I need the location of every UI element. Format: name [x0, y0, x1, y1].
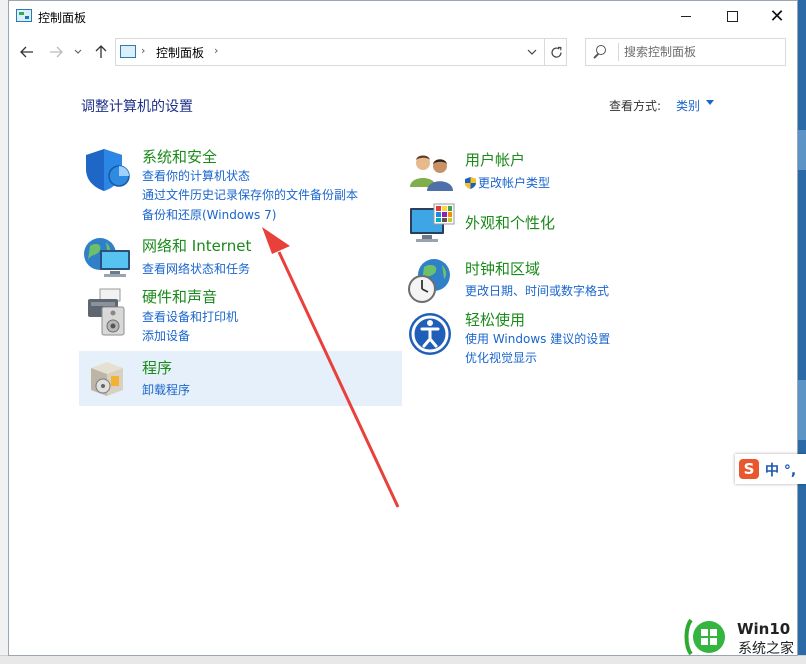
view-by-label: 查看方式:: [609, 99, 662, 113]
ime-indicator[interactable]: S 中 °,: [735, 454, 806, 484]
breadcrumb-separator[interactable]: ›: [214, 44, 218, 57]
link-windows-recommended-settings[interactable]: 使用 Windows 建议的设置: [465, 330, 610, 347]
address-dropdown-button[interactable]: [520, 42, 544, 62]
breadcrumb-separator[interactable]: ›: [141, 44, 145, 57]
link-devices-printers[interactable]: 查看设备和打印机: [142, 308, 238, 325]
arrow-right-icon: [50, 46, 63, 58]
category-user-accounts[interactable]: 用户帐户: [465, 149, 525, 170]
network-globe-icon[interactable]: [82, 234, 134, 282]
win10-watermark-logo: [684, 618, 725, 656]
minimize-button[interactable]: [663, 1, 709, 32]
control-panel-icon: [120, 45, 136, 58]
programs-box-icon[interactable]: [87, 358, 127, 400]
refresh-button[interactable]: [544, 39, 568, 65]
sogou-logo-icon: S: [739, 459, 759, 479]
link-file-history-backup[interactable]: 通过文件历史记录保存你的文件备份副本: [142, 186, 358, 203]
recent-locations-button[interactable]: [72, 41, 84, 63]
uac-shield-icon: [465, 177, 476, 189]
search-divider: [618, 43, 619, 61]
link-view-computer-status[interactable]: 查看你的计算机状态: [142, 167, 250, 184]
link-change-date-time-format[interactable]: 更改日期、时间或数字格式: [465, 282, 609, 299]
search-input[interactable]: [624, 42, 779, 62]
link-uninstall-program[interactable]: 卸载程序: [142, 381, 190, 398]
chevron-down-icon: [74, 49, 82, 54]
refresh-icon: [551, 46, 562, 58]
ime-mode-text: 中 °,: [765, 463, 797, 479]
category-appearance-personalization[interactable]: 外观和个性化: [465, 212, 555, 233]
control-panel-icon: [16, 9, 32, 22]
clock-globe-icon[interactable]: [406, 257, 456, 305]
forward-button[interactable]: [46, 41, 66, 63]
dropdown-arrow-icon[interactable]: [706, 100, 714, 105]
chevron-down-icon: [527, 49, 537, 55]
view-by-dropdown[interactable]: 类别: [676, 97, 700, 114]
address-bar[interactable]: › 控制面板 ›: [115, 38, 567, 66]
category-programs[interactable]: 程序: [142, 357, 172, 378]
monitor-palette-icon[interactable]: [408, 202, 456, 248]
category-clock-region[interactable]: 时钟和区域: [465, 258, 540, 279]
users-icon[interactable]: [408, 149, 456, 193]
page-title: 调整计算机的设置: [81, 99, 193, 115]
arrow-left-icon: [20, 46, 33, 58]
control-panel-window: 控制面板 ✕ › 控制面板 › 调整计算机的设置 查看方式: 类别: [8, 0, 798, 656]
maximize-icon: [726, 11, 738, 22]
up-button[interactable]: [91, 41, 111, 63]
maximize-button[interactable]: [709, 1, 755, 32]
search-icon: [596, 45, 606, 55]
link-change-account-type-label[interactable]: 更改帐户类型: [478, 176, 550, 190]
watermark-title: Win10: [737, 620, 791, 638]
ease-of-access-icon[interactable]: [408, 312, 454, 358]
category-hardware-sound[interactable]: 硬件和声音: [142, 286, 217, 307]
link-add-device[interactable]: 添加设备: [142, 327, 190, 344]
programs-hover-highlight: [79, 351, 402, 406]
link-change-account-type[interactable]: 更改帐户类型: [465, 174, 550, 191]
shield-icon[interactable]: [82, 147, 132, 193]
background-desktop-right: [797, 0, 806, 663]
breadcrumb-control-panel[interactable]: 控制面板: [156, 44, 204, 61]
link-network-status-tasks[interactable]: 查看网络状态和任务: [142, 260, 250, 277]
close-button[interactable]: ✕: [754, 1, 800, 32]
category-ease-of-access[interactable]: 轻松使用: [465, 309, 525, 330]
category-network-internet[interactable]: 网络和 Internet: [142, 235, 251, 256]
watermark-subtitle: 系统之家: [738, 641, 794, 657]
link-backup-restore[interactable]: 备份和还原(Windows 7): [142, 206, 276, 223]
title-bar[interactable]: 控制面板 ✕: [9, 1, 797, 32]
close-icon: ✕: [769, 5, 785, 27]
link-optimize-visual-display[interactable]: 优化视觉显示: [465, 349, 537, 366]
minimize-icon: [681, 16, 691, 17]
arrow-up-icon: [95, 45, 107, 58]
search-box[interactable]: [585, 38, 786, 66]
printer-speaker-icon[interactable]: [82, 287, 132, 337]
window-title: 控制面板: [38, 11, 87, 25]
category-system-security[interactable]: 系统和安全: [142, 146, 217, 167]
back-button[interactable]: [17, 41, 37, 63]
